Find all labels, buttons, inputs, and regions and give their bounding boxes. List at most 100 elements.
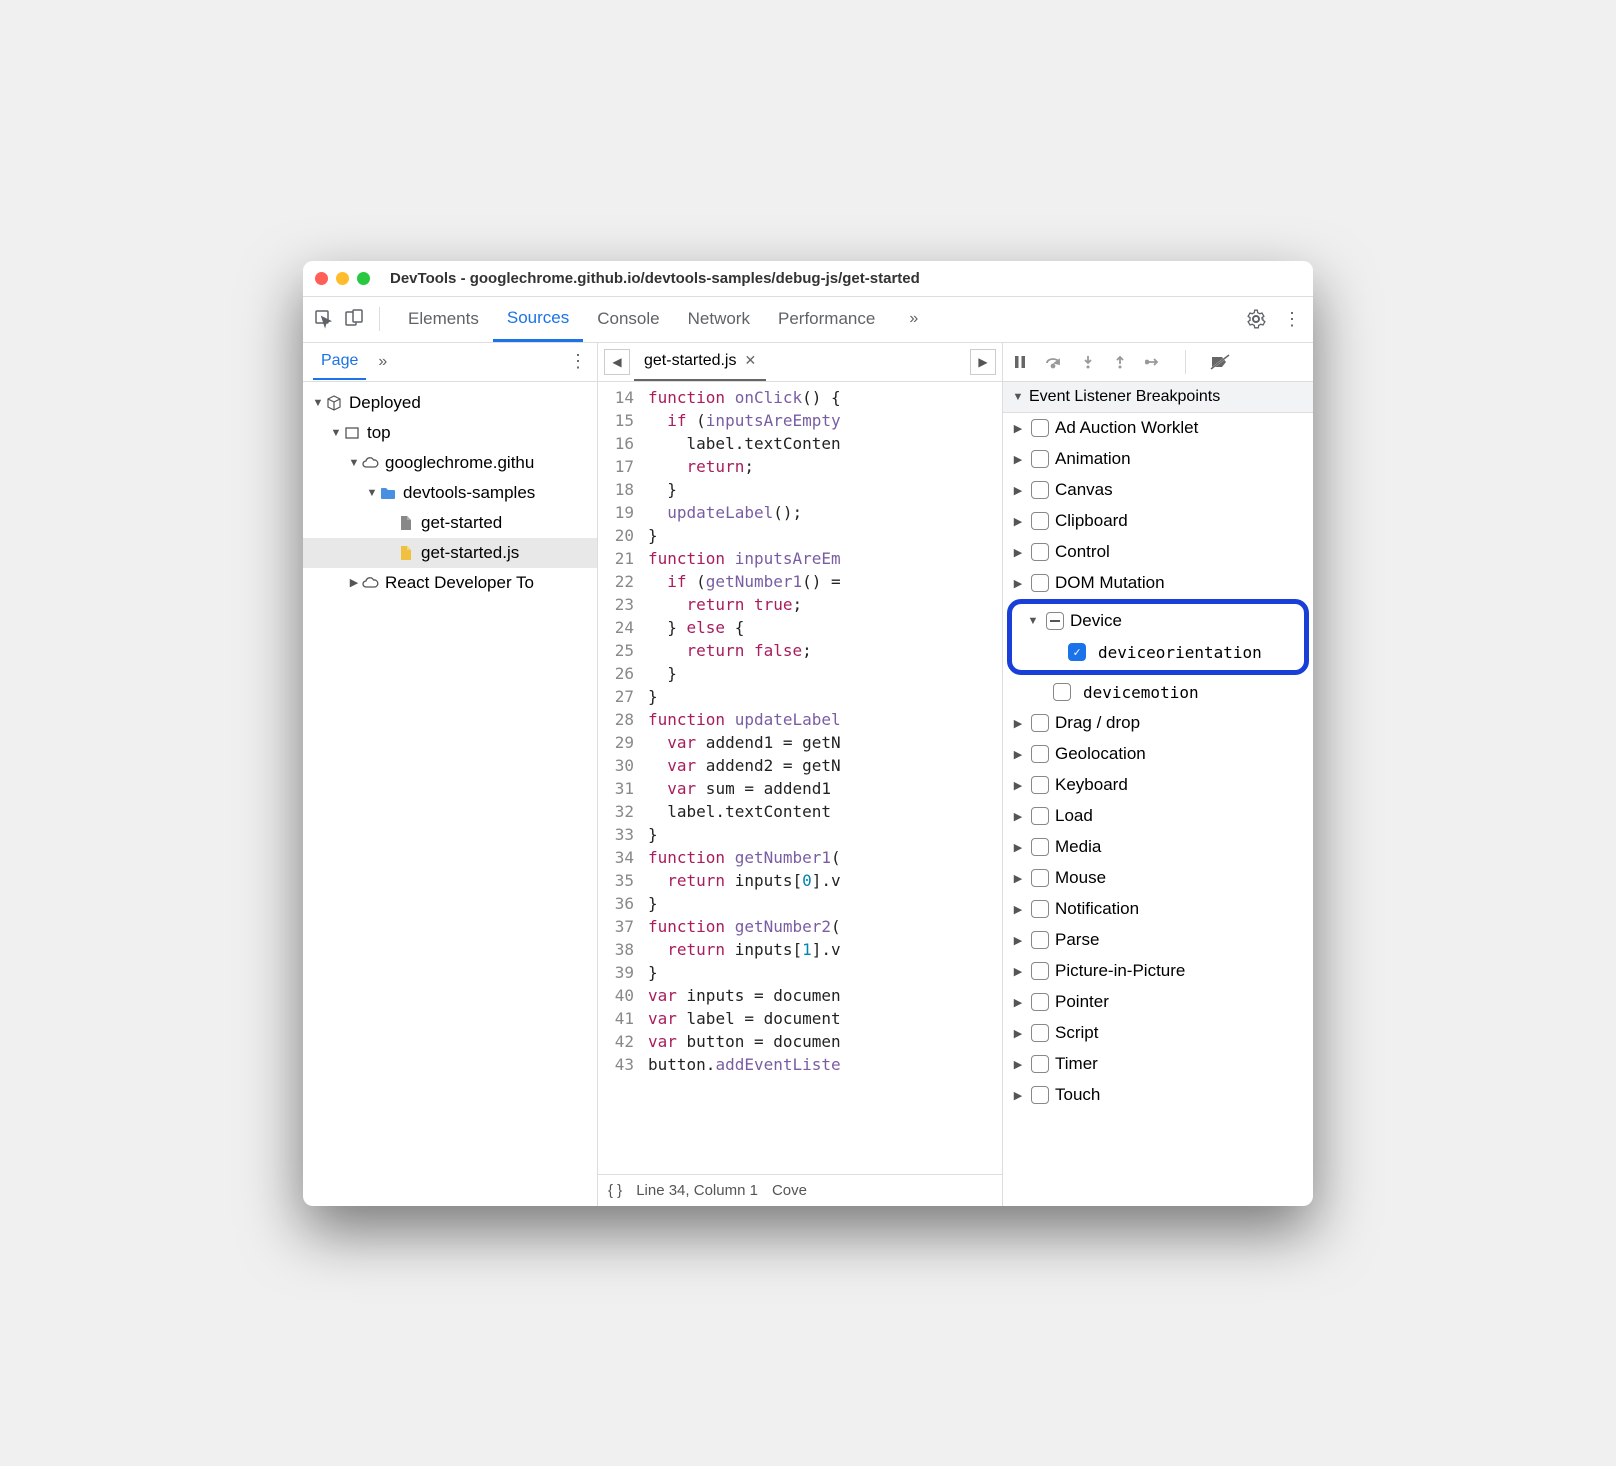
debugger-panel: ▼ Event Listener Breakpoints ▶Ad Auction… (1003, 343, 1313, 1206)
kebab-menu-icon[interactable]: ⋮ (1281, 308, 1303, 330)
event-label: deviceorientation (1098, 643, 1262, 662)
step-icon[interactable] (1145, 355, 1161, 369)
main-area: Page » ⋮ ▼Deployed▼top▼googlechrome.gith… (303, 343, 1313, 1206)
breakpoint-category[interactable]: ▶ DOM Mutation (1003, 568, 1313, 599)
expand-icon: ▶ (1011, 577, 1025, 590)
breakpoint-category[interactable]: ▶Drag / drop (1003, 708, 1313, 739)
checkbox-icon[interactable] (1053, 683, 1071, 701)
breakpoint-event[interactable]: devicemotion (1003, 677, 1313, 708)
nav-forward-icon[interactable]: ▶ (970, 349, 996, 375)
checkbox-icon[interactable] (1031, 574, 1049, 592)
breakpoint-category[interactable]: ▶Timer (1003, 1049, 1313, 1080)
breakpoint-category[interactable]: ▼Device (1018, 606, 1298, 637)
checkbox-icon[interactable] (1031, 931, 1049, 949)
tree-item[interactable]: ▼devtools-samples (303, 478, 597, 508)
traffic-lights (315, 272, 370, 285)
close-tab-icon[interactable]: ✕ (744, 352, 756, 369)
maximize-window[interactable] (357, 272, 370, 285)
checkbox-icon[interactable] (1031, 807, 1049, 825)
checkbox-icon[interactable] (1031, 869, 1049, 887)
checkbox-icon[interactable] (1031, 419, 1049, 437)
main-tabs: ElementsSourcesConsoleNetworkPerformance (394, 296, 889, 342)
checkbox-icon[interactable] (1031, 838, 1049, 856)
checkbox-icon[interactable]: ✓ (1068, 643, 1086, 661)
file-tab[interactable]: get-started.js ✕ (634, 343, 766, 382)
breakpoint-category[interactable]: ▶Touch (1003, 1080, 1313, 1111)
tree-item[interactable]: ▼googlechrome.githu (303, 448, 597, 478)
breakpoint-category[interactable]: ▶Mouse (1003, 863, 1313, 894)
tree-item[interactable]: get-started.js (303, 538, 597, 568)
breakpoint-category[interactable]: ▶Animation (1003, 444, 1313, 475)
devtools-window: DevTools - googlechrome.github.io/devtoo… (303, 261, 1313, 1206)
tree-item[interactable]: ▼top (303, 418, 597, 448)
event-breakpoints-header[interactable]: ▼ Event Listener Breakpoints (1003, 382, 1313, 413)
nav-back-icon[interactable]: ◀ (604, 349, 630, 375)
editor-panel: ◀ get-started.js ✕ ▶ 1415161718192021222… (598, 343, 1003, 1206)
deactivate-breakpoints-icon[interactable] (1210, 354, 1230, 370)
breakpoint-category[interactable]: ▶Parse (1003, 925, 1313, 956)
checkbox-icon[interactable] (1031, 776, 1049, 794)
breakpoint-category[interactable]: ▶Notification (1003, 894, 1313, 925)
breakpoint-category[interactable]: ▶Keyboard (1003, 770, 1313, 801)
inspect-icon[interactable] (313, 308, 335, 330)
breakpoint-category[interactable]: ▶Ad Auction Worklet (1003, 413, 1313, 444)
category-label: DOM Mutation (1055, 573, 1165, 593)
code-content[interactable]: function onClick() { if (inputsAreEmpty … (642, 382, 1002, 1174)
breakpoint-category[interactable]: ▶Control (1003, 537, 1313, 568)
settings-icon[interactable] (1245, 308, 1267, 330)
category-label: Parse (1055, 930, 1099, 950)
tab-performance[interactable]: Performance (764, 296, 889, 342)
expand-icon: ▼ (311, 397, 325, 409)
checkbox-partial-icon[interactable] (1046, 612, 1064, 630)
checkbox-icon[interactable] (1031, 481, 1049, 499)
checkbox-icon[interactable] (1031, 1055, 1049, 1073)
breakpoint-category[interactable]: ▶Script (1003, 1018, 1313, 1049)
category-label: Media (1055, 837, 1101, 857)
expand-icon: ▼ (329, 427, 343, 439)
expand-icon: ▶ (1011, 515, 1025, 528)
expand-icon: ▶ (1011, 453, 1025, 466)
checkbox-icon[interactable] (1031, 1024, 1049, 1042)
checkbox-icon[interactable] (1031, 900, 1049, 918)
more-tabs-icon[interactable]: » (909, 310, 918, 328)
format-icon[interactable]: { } (608, 1182, 622, 1199)
breakpoint-category[interactable]: ▶Geolocation (1003, 739, 1313, 770)
tree-item[interactable]: get-started (303, 508, 597, 538)
tab-sources[interactable]: Sources (493, 296, 583, 342)
breakpoint-category[interactable]: ▶Picture-in-Picture (1003, 956, 1313, 987)
tab-elements[interactable]: Elements (394, 296, 493, 342)
pause-icon[interactable] (1013, 355, 1027, 369)
sidebar-more-icon[interactable]: » (378, 353, 387, 371)
checkbox-icon[interactable] (1031, 714, 1049, 732)
breakpoint-category[interactable]: ▶Clipboard (1003, 506, 1313, 537)
checkbox-icon[interactable] (1031, 1086, 1049, 1104)
category-label: Timer (1055, 1054, 1098, 1074)
tree-item[interactable]: ▼Deployed (303, 388, 597, 418)
navigator-sidebar: Page » ⋮ ▼Deployed▼top▼googlechrome.gith… (303, 343, 598, 1206)
tab-console[interactable]: Console (583, 296, 673, 342)
breakpoint-category[interactable]: ▶Media (1003, 832, 1313, 863)
breakpoint-category[interactable]: ▶Pointer (1003, 987, 1313, 1018)
minimize-window[interactable] (336, 272, 349, 285)
checkbox-icon[interactable] (1031, 993, 1049, 1011)
tree-item[interactable]: ▶React Developer To (303, 568, 597, 598)
code-editor[interactable]: 1415161718192021222324252627282930313233… (598, 382, 1002, 1174)
checkbox-icon[interactable] (1031, 962, 1049, 980)
breakpoint-category[interactable]: ▶Load (1003, 801, 1313, 832)
breakpoint-event[interactable]: ✓ deviceorientation (1018, 637, 1298, 668)
tab-network[interactable]: Network (674, 296, 764, 342)
step-out-icon[interactable] (1113, 355, 1127, 369)
checkbox-icon[interactable] (1031, 745, 1049, 763)
step-into-icon[interactable] (1081, 355, 1095, 369)
checkbox-icon[interactable] (1031, 543, 1049, 561)
expand-icon: ▶ (1011, 422, 1025, 435)
breakpoint-category[interactable]: ▶Canvas (1003, 475, 1313, 506)
sidebar-menu-icon[interactable]: ⋮ (569, 351, 587, 372)
checkbox-icon[interactable] (1031, 450, 1049, 468)
step-over-icon[interactable] (1045, 355, 1063, 369)
close-window[interactable] (315, 272, 328, 285)
page-tab[interactable]: Page (313, 344, 366, 380)
tree-label: devtools-samples (403, 483, 535, 503)
checkbox-icon[interactable] (1031, 512, 1049, 530)
device-toggle-icon[interactable] (343, 308, 365, 330)
